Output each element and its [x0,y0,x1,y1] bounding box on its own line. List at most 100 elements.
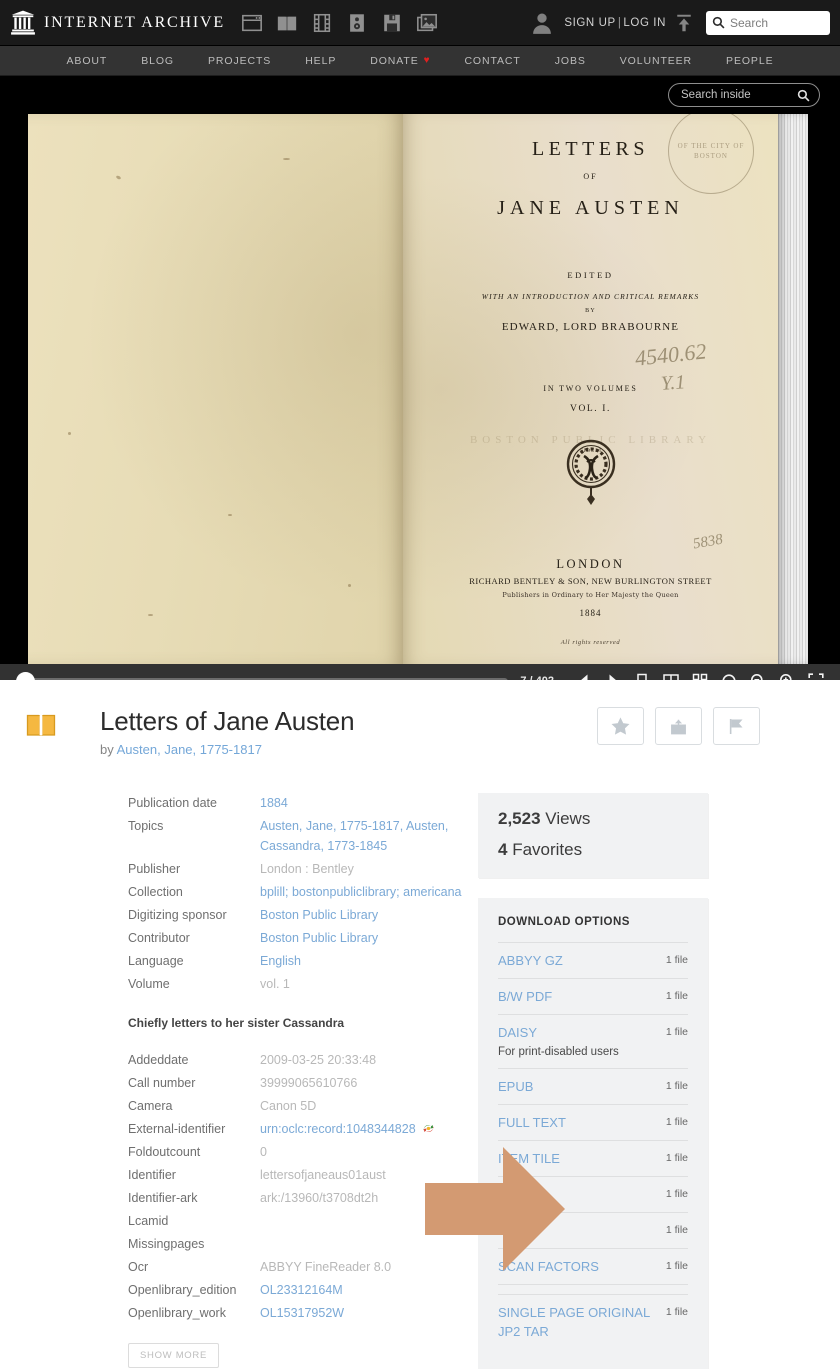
metadata-row: Identifier-ark ark:/13960/t3708dt2h [128,1188,470,1208]
download-option-row[interactable]: FULL TEXT 1 file [498,1105,688,1141]
download-option-name[interactable]: SINGLE PAGE ORIGINAL JP2 TAR [498,1303,658,1341]
metadata-key: Addeddate [128,1053,189,1067]
upload-icon[interactable] [675,13,693,33]
subnav-item-jobs[interactable]: JOBS [538,55,603,67]
metadata-value[interactable]: OL23312164M [260,1280,343,1300]
external-link-icon[interactable] [423,1123,434,1134]
images-icon[interactable] [416,12,438,34]
signup-login-links[interactable]: SIGN UP | LOG IN [564,17,666,29]
download-option-row[interactable]: ITEM TILE 1 file [498,1141,688,1177]
metadata-value[interactable]: bplill; bostonpubliclibrary; americana [260,882,462,902]
star-icon [611,716,630,735]
flag-button[interactable] [713,707,760,745]
titlepage-line-7: EDWARD, LORD BRABOURNE [501,321,680,333]
search-inside-placeholder: Search inside [681,89,751,101]
titlepage-line-6: BY [585,308,596,314]
download-option-row[interactable]: EPUB 1 file [498,1069,688,1105]
texts-icon[interactable] [276,12,298,34]
site-search-box[interactable]: Search [706,10,830,35]
subnav-item-blog[interactable]: BLOG [124,55,191,67]
subnav-item-projects[interactable]: PROJECTS [191,55,288,67]
metadata-column: Publication date 1884 Topics Austen, Jane,… [0,793,470,1369]
download-option-name[interactable]: EPUB [498,1077,533,1096]
metadata-value[interactable]: Boston Public Library [260,905,378,925]
flag-icon [729,718,743,734]
web-icon[interactable] [241,12,263,34]
page-title: Letters of Jane Austen [100,706,355,736]
search-inside-bar: Search inside [0,76,840,114]
download-option-row[interactable]: SCAN FACTORS 1 file [498,1249,688,1285]
title-block: Letters of Jane Austen by Austen, Jane, … [70,706,355,757]
video-icon[interactable] [311,12,333,34]
book-page-spread[interactable]: OF THE CITY OF BOSTON LETTERS OF JANE AU… [28,114,812,664]
book-reader: Search inside OF THE CITY OF BOSTON LETT… [0,76,840,698]
author-link[interactable]: Austen, Jane, 1775-1817 [117,742,262,757]
pen-annotation-3: 5838 [691,531,725,553]
archive-building-icon[interactable] [10,10,36,36]
login-link[interactable]: LOG IN [623,17,666,29]
metadata-value[interactable]: Austen, Jane, 1775-1817, Austen, Cassand… [260,816,470,856]
download-option-row[interactable]: ABBYY GZ 1 file [498,943,688,979]
page-slider-knob[interactable] [16,671,35,691]
book-page-right[interactable]: OF THE CITY OF BOSTON LETTERS OF JANE AU… [403,114,778,664]
book-page-left[interactable] [28,114,403,664]
download-option-name[interactable]: ITEM TILE [498,1149,560,1168]
download-option-name[interactable]: B/W PDF [498,987,552,1006]
download-option-row[interactable]: B/W PDF 1 file [498,979,688,1015]
download-option-row[interactable]: PDF 1 file [498,1213,688,1249]
subnav-label: ABOUT [66,54,108,67]
metadata-row: Missingpages [128,1234,470,1254]
titlepage-line-10: LONDON [556,557,625,571]
subnav-item-contact[interactable]: CONTACT [447,55,537,67]
download-option-name[interactable]: KINDLE [498,1185,545,1204]
download-option-count: 1 file [665,990,688,1002]
signup-link[interactable]: SIGN UP [564,17,616,29]
titlepage-line-12: Publishers in Ordinary to Her Majesty th… [502,591,679,599]
titlepage-line-3: JANE AUSTEN [497,197,684,219]
metadata-key: Volume [128,977,170,991]
subnav-label: DONATE [370,54,419,67]
download-option-count: 1 file [665,1116,688,1128]
download-option-name[interactable]: SCAN FACTORS [498,1257,599,1276]
search-inside-input[interactable]: Search inside [668,83,820,107]
metadata-value[interactable]: Boston Public Library [260,928,378,948]
favorite-button[interactable] [597,707,644,745]
metadata-row: Ocr ABBYY FineReader 8.0 [128,1257,470,1277]
user-avatar-icon[interactable] [529,10,555,36]
download-option-count: 1 file [665,1260,688,1272]
download-option-name[interactable]: FULL TEXT [498,1113,566,1132]
download-option-name[interactable]: DAISY [498,1023,619,1042]
metadata-value: Canon 5D [260,1099,317,1113]
subnav-item-volunteer[interactable]: VOLUNTEER [603,55,709,67]
subnav-label: PEOPLE [726,54,774,67]
metadata-value[interactable]: English [260,951,301,971]
metadata-value[interactable]: urn:oclc:record:1048344828 [260,1119,434,1139]
subnav-item-help[interactable]: HELP [288,55,353,67]
titlepage-line-13: 1884 [579,608,602,618]
metadata-value[interactable]: OL15317952W [260,1303,344,1323]
download-option-row[interactable]: DAISY For print-disabled users 1 file [498,1015,688,1069]
share-icon [671,719,686,734]
nav-separator: | [617,16,622,29]
download-option-name[interactable]: ABBYY GZ [498,951,563,970]
audio-icon[interactable] [346,12,368,34]
metadata-value: ABBYY FineReader 8.0 [260,1260,392,1274]
share-button[interactable] [655,707,702,745]
subnav-item-donate[interactable]: DONATE ♥ [353,55,447,67]
metadata-value: vol. 1 [260,977,290,991]
software-icon[interactable] [381,12,403,34]
download-option-count: 1 file [665,1188,688,1200]
metadata-value[interactable]: 1884 [260,793,288,813]
download-option-row[interactable]: SINGLE PAGE ORIGINAL JP2 TAR 1 file [498,1295,688,1349]
download-option-row-kindle[interactable]: KINDLE 1 file [498,1177,688,1213]
metadata-key: Openlibrary_work [128,1306,226,1320]
subnav-label: CONTACT [464,54,521,67]
download-option-name[interactable]: PDF [498,1221,524,1240]
show-more-button[interactable]: SHOW MORE [128,1343,219,1368]
site-wordmark[interactable]: INTERNET ARCHIVE [44,14,225,32]
metadata-key: Ocr [128,1260,149,1274]
subnav-item-people[interactable]: PEOPLE [709,55,790,67]
titlepage-line-1: LETTERS [531,138,650,160]
subnav-item-about[interactable]: ABOUT [50,55,125,67]
svg-text:FIDELI: FIDELI [580,449,602,454]
